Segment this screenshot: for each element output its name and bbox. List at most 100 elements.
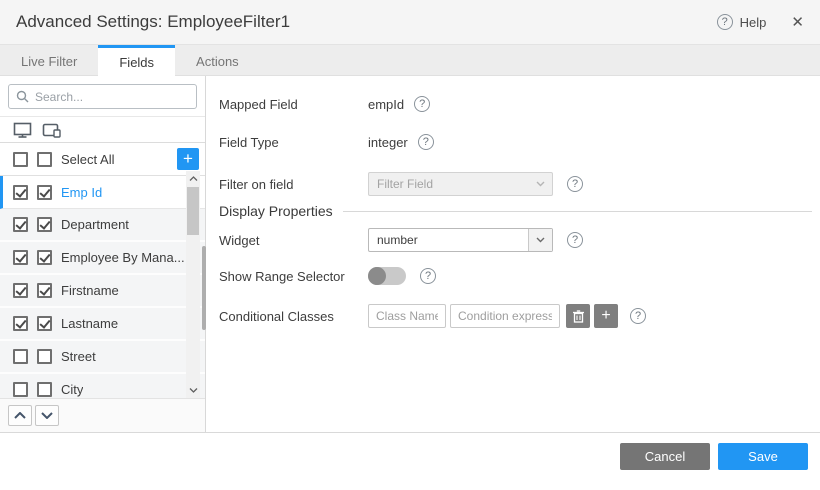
widget-select-value: number [369,233,528,247]
field-type-label: Field Type [219,135,368,150]
web-checkbox[interactable] [13,283,28,298]
help-icon[interactable]: ? [630,308,646,324]
field-row-employee-by-manager[interactable]: Employee By Mana... [0,242,205,275]
filter-field-select-value: Filter Field [369,177,528,191]
select-all-row: Select All + [0,143,205,176]
field-label: Lastname [61,316,118,331]
widget-row: Widget number ? [219,228,812,252]
tab-bar: Live Filter Fields Actions [0,44,820,76]
section-divider [343,211,812,212]
field-label: Firstname [61,283,119,298]
help-link[interactable]: Help [740,15,767,30]
section-title: Display Properties [219,203,333,219]
dialog-title: Advanced Settings: EmployeeFilter1 [16,12,290,32]
web-checkbox[interactable] [13,250,28,265]
mobile-checkbox[interactable] [37,316,52,331]
field-type-value: integer [368,135,408,150]
field-row-firstname[interactable]: Firstname [0,275,205,308]
conditional-classes-label: Conditional Classes [219,309,368,324]
field-row-lastname[interactable]: Lastname [0,308,205,341]
desktop-icon [13,122,32,138]
field-type-row: Field Type integer ? [219,133,812,151]
web-checkbox[interactable] [13,349,28,364]
show-range-selector-label: Show Range Selector [219,269,368,284]
tab-fields[interactable]: Fields [98,45,175,76]
delete-condition-button[interactable] [566,304,590,328]
sidebar-scrollbar[interactable] [186,171,200,398]
field-row-department[interactable]: Department [0,209,205,242]
move-down-button[interactable] [35,405,59,426]
field-list: Emp Id Department Employee By Mana... Fi… [0,176,205,398]
filter-on-field-row: Filter on field Filter Field ? [219,172,812,196]
dialog-footer: Cancel Save [0,432,820,490]
chevron-down-icon[interactable] [528,229,552,251]
widget-select[interactable]: number [368,228,553,252]
mapped-field-value: empId [368,97,404,112]
help-icon[interactable]: ? [717,14,733,30]
cancel-button[interactable]: Cancel [620,443,710,470]
web-checkbox[interactable] [13,185,28,200]
column-icons-row [0,117,205,143]
show-range-toggle[interactable] [368,267,406,285]
search-box[interactable] [8,84,197,109]
field-label: Employee By Mana... [61,250,185,265]
add-condition-button[interactable]: + [594,304,618,328]
widget-label: Widget [219,233,368,248]
field-row-street[interactable]: Street [0,341,205,374]
condition-expression-input[interactable] [450,304,560,328]
field-label: Emp Id [61,185,102,200]
mobile-checkbox[interactable] [37,185,52,200]
help-icon[interactable]: ? [567,232,583,248]
mobile-checkbox[interactable] [37,250,52,265]
filter-field-select: Filter Field [368,172,553,196]
move-up-button[interactable] [8,405,32,426]
web-checkbox[interactable] [13,316,28,331]
toggle-knob [368,267,386,285]
filter-on-field-label: Filter on field [219,177,368,192]
help-icon[interactable]: ? [420,268,436,284]
field-row-emp-id[interactable]: Emp Id [0,176,205,209]
chevron-down-icon [528,173,552,195]
help-icon[interactable]: ? [567,176,583,192]
web-checkbox[interactable] [13,217,28,232]
trash-icon [573,310,584,323]
help-icon[interactable]: ? [414,96,430,112]
reorder-controls [0,398,205,432]
select-all-label: Select All [61,152,114,167]
mobile-checkbox[interactable] [37,349,52,364]
help-icon[interactable]: ? [418,134,434,150]
mobile-checkbox[interactable] [37,382,52,397]
fields-sidebar: Select All + Emp Id Department Emplo [0,76,205,432]
select-all-mobile-checkbox[interactable] [37,152,52,167]
tab-live-filter[interactable]: Live Filter [0,45,98,75]
class-name-input[interactable] [368,304,446,328]
add-field-button[interactable]: + [177,148,199,170]
scroll-down-icon[interactable] [186,383,200,398]
field-properties-panel: Mapped Field empId ? Field Type integer … [205,76,820,432]
search-icon [16,90,29,103]
search-area [0,76,205,117]
mobile-checkbox[interactable] [37,217,52,232]
dialog-header: Advanced Settings: EmployeeFilter1 ? Hel… [0,0,820,44]
mapped-field-label: Mapped Field [219,97,368,112]
mobile-checkbox[interactable] [37,283,52,298]
close-icon[interactable]: ✕ [791,13,804,31]
scroll-up-icon[interactable] [186,171,200,186]
display-properties-section: Display Properties [219,201,812,221]
scrollbar-thumb[interactable] [187,187,199,235]
field-row-city[interactable]: City [0,374,205,398]
field-label: City [61,382,83,397]
main-scrollbar-thumb[interactable] [202,246,206,330]
conditional-classes-row: Conditional Classes + ? [219,304,812,328]
field-label: Department [61,217,129,232]
field-label: Street [61,349,96,364]
advanced-settings-dialog: Advanced Settings: EmployeeFilter1 ? Hel… [0,0,820,490]
mapped-field-row: Mapped Field empId ? [219,95,812,113]
tab-actions[interactable]: Actions [175,45,260,75]
save-button[interactable]: Save [718,443,808,470]
search-input[interactable] [35,90,190,104]
select-all-web-checkbox[interactable] [13,152,28,167]
web-checkbox[interactable] [13,382,28,397]
mobile-devices-icon [42,122,62,138]
show-range-selector-row: Show Range Selector ? [219,266,812,286]
